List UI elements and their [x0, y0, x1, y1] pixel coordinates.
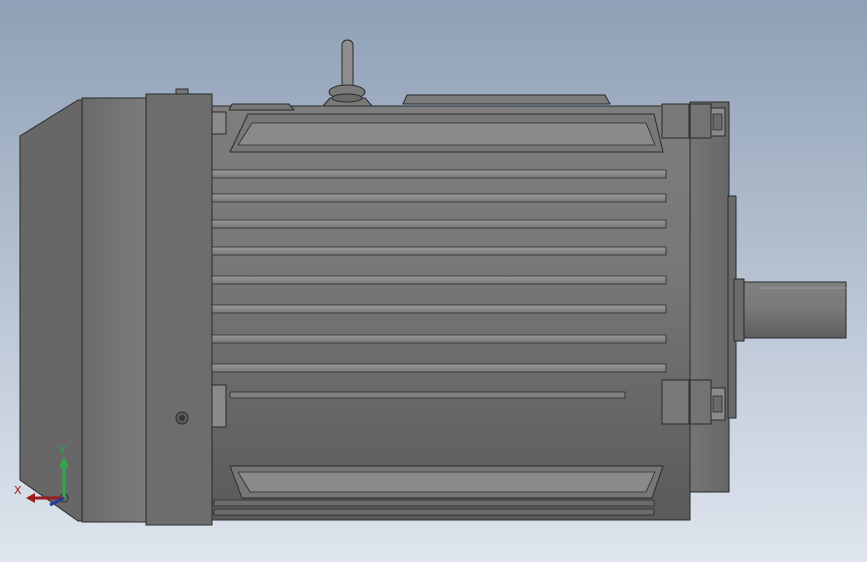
bottom-fin-2	[213, 508, 655, 516]
fan-cover-front-face	[19, 99, 83, 522]
bottom-left-clamp	[211, 384, 227, 428]
fan-cover	[81, 97, 149, 523]
nameplate-slot	[229, 391, 626, 399]
top-left-clamp	[211, 111, 227, 135]
motor-model[interactable]	[19, 39, 847, 526]
bottom-channel-inner	[237, 471, 656, 493]
end-bell-fastener-core	[179, 415, 185, 421]
model-view[interactable]: X Y	[0, 0, 867, 562]
cad-viewport[interactable]: X Y	[0, 0, 867, 562]
triad-y-label: Y	[58, 444, 66, 457]
end-bell-top-lug	[175, 88, 189, 95]
top-rear-ledge	[402, 94, 611, 105]
top-channel-inner	[237, 122, 656, 146]
top-mounting-ledge	[228, 103, 295, 111]
bottom-fin-1	[213, 499, 655, 507]
motor-shaft	[733, 278, 847, 342]
drive-end-flange	[689, 101, 730, 493]
flange-bolts-top	[661, 103, 726, 139]
end-bell	[145, 93, 213, 526]
triad-x-label: X	[14, 484, 22, 497]
